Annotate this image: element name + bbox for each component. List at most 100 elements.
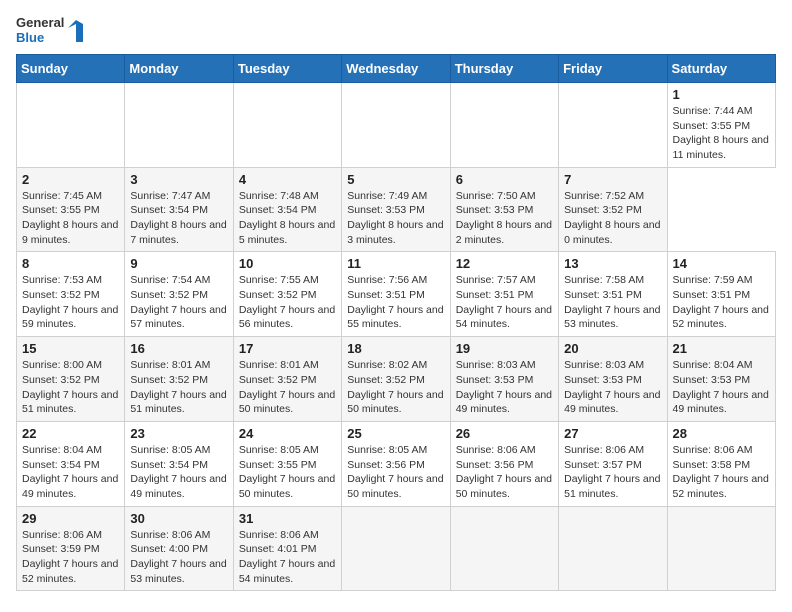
day-number: 24 [239, 426, 336, 441]
day-number: 5 [347, 172, 444, 187]
day-number: 2 [22, 172, 119, 187]
logo: General Blue [16, 16, 90, 46]
weekday-header: Tuesday [233, 54, 341, 82]
day-info: Sunrise: 8:06 AMSunset: 3:58 PMDaylight … [673, 443, 770, 502]
empty-cell [450, 506, 558, 591]
empty-cell [559, 506, 667, 591]
day-info: Sunrise: 8:05 AMSunset: 3:56 PMDaylight … [347, 443, 444, 502]
day-info: Sunrise: 8:06 AMSunset: 3:56 PMDaylight … [456, 443, 553, 502]
day-info: Sunrise: 8:03 AMSunset: 3:53 PMDaylight … [564, 358, 661, 417]
calendar-day-cell: 12Sunrise: 7:57 AMSunset: 3:51 PMDayligh… [450, 252, 558, 337]
day-info: Sunrise: 8:05 AMSunset: 3:55 PMDaylight … [239, 443, 336, 502]
empty-cell [559, 82, 667, 167]
calendar-day-cell: 31Sunrise: 8:06 AMSunset: 4:01 PMDayligh… [233, 506, 341, 591]
calendar-day-cell: 3Sunrise: 7:47 AMSunset: 3:54 PMDaylight… [125, 167, 233, 252]
calendar-week-row: 29 Sunrise: 8:06 AMSunset: 3:59 PMDayligh… [17, 506, 776, 591]
day-info: Sunrise: 8:06 AMSunset: 3:57 PMDaylight … [564, 443, 661, 502]
calendar-day-cell: 11Sunrise: 7:56 AMSunset: 3:51 PMDayligh… [342, 252, 450, 337]
calendar-day-cell: 2 Sunrise: 7:45 AMSunset: 3:55 PMDaylight… [17, 167, 125, 252]
day-info: Sunrise: 8:06 AMSunset: 3:59 PMDaylight … [22, 528, 119, 587]
day-info: Sunrise: 8:02 AMSunset: 3:52 PMDaylight … [347, 358, 444, 417]
calendar-day-cell: 20 Sunrise: 8:03 AMSunset: 3:53 PMDayligh… [559, 337, 667, 422]
weekday-header: Monday [125, 54, 233, 82]
logo-arrow-icon [68, 20, 90, 42]
empty-cell [17, 82, 125, 167]
day-info: Sunrise: 7:44 AMSunset: 3:55 PMDaylight … [673, 104, 770, 163]
calendar-day-cell: 27 Sunrise: 8:06 AMSunset: 3:57 PMDayligh… [559, 421, 667, 506]
day-info: Sunrise: 8:03 AMSunset: 3:53 PMDaylight … [456, 358, 553, 417]
calendar-day-cell: 4 Sunrise: 7:48 AMSunset: 3:54 PMDaylight… [233, 167, 341, 252]
empty-cell [667, 506, 775, 591]
empty-cell [342, 506, 450, 591]
day-number: 13 [564, 256, 661, 271]
calendar-day-cell: 14 Sunrise: 7:59 AMSunset: 3:51 PMDayligh… [667, 252, 775, 337]
weekday-header: Wednesday [342, 54, 450, 82]
day-number: 27 [564, 426, 661, 441]
day-info: Sunrise: 7:49 AMSunset: 3:53 PMDaylight … [347, 189, 444, 248]
calendar-day-cell: 23 Sunrise: 8:05 AMSunset: 3:54 PMDayligh… [125, 421, 233, 506]
calendar-day-cell: 16Sunrise: 8:01 AMSunset: 3:52 PMDayligh… [125, 337, 233, 422]
weekday-header: Friday [559, 54, 667, 82]
calendar-day-cell: 26Sunrise: 8:06 AMSunset: 3:56 PMDayligh… [450, 421, 558, 506]
day-number: 14 [673, 256, 770, 271]
calendar-day-cell: 29 Sunrise: 8:06 AMSunset: 3:59 PMDayligh… [17, 506, 125, 591]
day-info: Sunrise: 7:47 AMSunset: 3:54 PMDaylight … [130, 189, 227, 248]
day-info: Sunrise: 8:04 AMSunset: 3:53 PMDaylight … [673, 358, 770, 417]
day-info: Sunrise: 8:06 AMSunset: 4:00 PMDaylight … [130, 528, 227, 587]
calendar-day-cell: 8 Sunrise: 7:53 AMSunset: 3:52 PMDaylight… [17, 252, 125, 337]
day-info: Sunrise: 7:45 AMSunset: 3:55 PMDaylight … [22, 189, 119, 248]
calendar-week-row: 8 Sunrise: 7:53 AMSunset: 3:52 PMDaylight… [17, 252, 776, 337]
day-number: 10 [239, 256, 336, 271]
calendar-day-cell: 6Sunrise: 7:50 AMSunset: 3:53 PMDaylight… [450, 167, 558, 252]
day-info: Sunrise: 7:55 AMSunset: 3:52 PMDaylight … [239, 273, 336, 332]
day-number: 23 [130, 426, 227, 441]
calendar-day-cell: 13Sunrise: 7:58 AMSunset: 3:51 PMDayligh… [559, 252, 667, 337]
day-number: 25 [347, 426, 444, 441]
calendar-day-cell: 17Sunrise: 8:01 AMSunset: 3:52 PMDayligh… [233, 337, 341, 422]
empty-cell [342, 82, 450, 167]
weekday-header-row: SundayMondayTuesdayWednesdayThursdayFrid… [17, 54, 776, 82]
calendar-day-cell: 28Sunrise: 8:06 AMSunset: 3:58 PMDayligh… [667, 421, 775, 506]
calendar-day-cell: 10 Sunrise: 7:55 AMSunset: 3:52 PMDayligh… [233, 252, 341, 337]
calendar-week-row: 22 Sunrise: 8:04 AMSunset: 3:54 PMDayligh… [17, 421, 776, 506]
day-number: 7 [564, 172, 661, 187]
day-number: 1 [673, 87, 770, 102]
day-number: 17 [239, 341, 336, 356]
weekday-header: Sunday [17, 54, 125, 82]
day-number: 8 [22, 256, 119, 271]
day-number: 22 [22, 426, 119, 441]
day-info: Sunrise: 7:53 AMSunset: 3:52 PMDaylight … [22, 273, 119, 332]
calendar-day-cell: 21Sunrise: 8:04 AMSunset: 3:53 PMDayligh… [667, 337, 775, 422]
logo-text: General Blue [16, 16, 64, 46]
day-info: Sunrise: 7:48 AMSunset: 3:54 PMDaylight … [239, 189, 336, 248]
day-info: Sunrise: 8:06 AMSunset: 4:01 PMDaylight … [239, 528, 336, 587]
calendar-day-cell: 24 Sunrise: 8:05 AMSunset: 3:55 PMDayligh… [233, 421, 341, 506]
calendar-day-cell: 19 Sunrise: 8:03 AMSunset: 3:53 PMDayligh… [450, 337, 558, 422]
empty-cell [450, 82, 558, 167]
day-number: 19 [456, 341, 553, 356]
day-info: Sunrise: 7:59 AMSunset: 3:51 PMDaylight … [673, 273, 770, 332]
day-info: Sunrise: 8:00 AMSunset: 3:52 PMDaylight … [22, 358, 119, 417]
day-info: Sunrise: 7:52 AMSunset: 3:52 PMDaylight … [564, 189, 661, 248]
calendar-table: SundayMondayTuesdayWednesdayThursdayFrid… [16, 54, 776, 592]
day-number: 18 [347, 341, 444, 356]
logo: General Blue [16, 16, 90, 46]
calendar-day-cell: 22 Sunrise: 8:04 AMSunset: 3:54 PMDayligh… [17, 421, 125, 506]
day-info: Sunrise: 8:05 AMSunset: 3:54 PMDaylight … [130, 443, 227, 502]
calendar-day-cell: 9Sunrise: 7:54 AMSunset: 3:52 PMDaylight… [125, 252, 233, 337]
calendar-day-cell: 30 Sunrise: 8:06 AMSunset: 4:00 PMDayligh… [125, 506, 233, 591]
weekday-header: Saturday [667, 54, 775, 82]
day-info: Sunrise: 7:57 AMSunset: 3:51 PMDaylight … [456, 273, 553, 332]
day-number: 30 [130, 511, 227, 526]
calendar-day-cell: 1 Sunrise: 7:44 AMSunset: 3:55 PMDaylight… [667, 82, 775, 167]
day-info: Sunrise: 8:04 AMSunset: 3:54 PMDaylight … [22, 443, 119, 502]
empty-cell [125, 82, 233, 167]
weekday-header: Thursday [450, 54, 558, 82]
day-number: 11 [347, 256, 444, 271]
day-number: 4 [239, 172, 336, 187]
day-number: 20 [564, 341, 661, 356]
empty-cell [233, 82, 341, 167]
calendar-week-row: 2 Sunrise: 7:45 AMSunset: 3:55 PMDaylight… [17, 167, 776, 252]
calendar-week-row: 15Sunrise: 8:00 AMSunset: 3:52 PMDayligh… [17, 337, 776, 422]
day-number: 29 [22, 511, 119, 526]
